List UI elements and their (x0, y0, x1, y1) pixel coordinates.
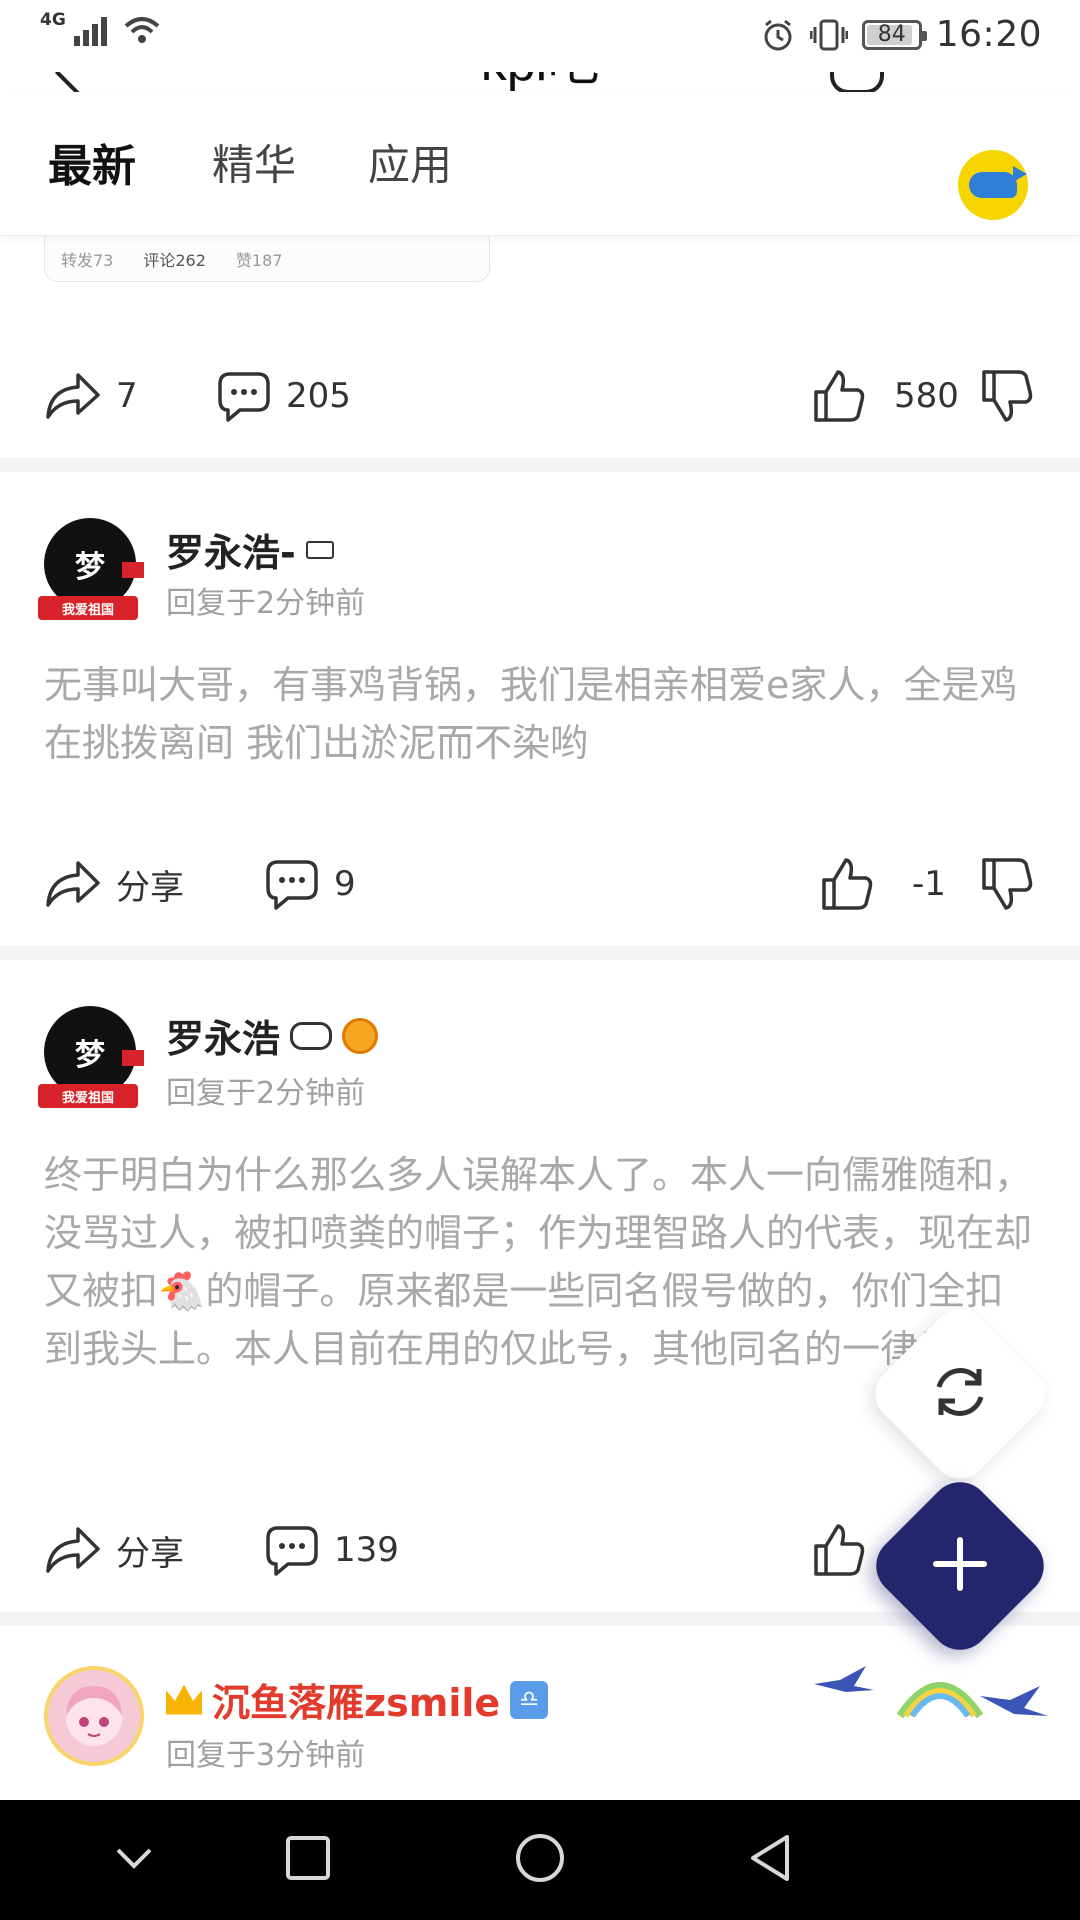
username-text: 沉鱼落雁zsmile (212, 1681, 501, 1725)
tab-latest[interactable]: 最新 (48, 130, 136, 194)
alarm-icon (764, 19, 792, 50)
system-nav-bar (0, 1800, 1080, 1920)
divider (0, 946, 1080, 960)
clock: 16:20 (935, 14, 1042, 55)
quote-comment-count: 评论262 (143, 250, 206, 270)
comment-button[interactable]: 205 (216, 370, 351, 422)
username-text: 罗永浩 (166, 1017, 281, 1061)
comment-count: 205 (286, 376, 351, 416)
like-count: 580 (894, 376, 959, 416)
comment-count: 139 (334, 1530, 399, 1570)
new-post-button[interactable] (863, 1469, 1057, 1663)
network-type: 4G (40, 10, 66, 30)
post-time: 回复于3分钟前 (166, 1738, 366, 1773)
like-button[interactable] (820, 856, 874, 912)
share-label: 分享 (116, 1533, 184, 1574)
whale-mascot-icon[interactable] (958, 150, 1028, 220)
status-right: 84 16:20 (760, 14, 1042, 55)
thumb-down-icon (982, 858, 1033, 910)
crown-icon (166, 1684, 202, 1715)
thumb-down-icon (982, 370, 1033, 422)
thumb-up-icon (822, 858, 873, 910)
nav-recents-button[interactable] (285, 1835, 331, 1885)
tab-featured[interactable]: 精华 (212, 132, 296, 193)
quote-repost-count: 转发73 (61, 250, 114, 270)
libra-icon: ♎ (510, 1680, 549, 1719)
dislike-button[interactable] (980, 368, 1034, 424)
comment-bubble-icon (218, 372, 270, 422)
avatar[interactable]: 梦 我爱祖国 (38, 518, 144, 620)
vibrate-icon (809, 19, 848, 50)
post-time: 回复于2分钟前 (166, 1076, 366, 1111)
wifi-icon (124, 17, 160, 43)
circle-icon (516, 1834, 564, 1882)
tab-apps[interactable]: 应用 (368, 132, 452, 193)
share-button[interactable]: 分享 (44, 859, 184, 909)
share-count: 7 (116, 376, 138, 416)
pointing-hand-icon (290, 1021, 333, 1050)
china-flag-icon (122, 1050, 144, 1066)
quoted-weibo-card[interactable]: 转发73 评论262 赞187 (44, 236, 490, 282)
avatar[interactable] (44, 1666, 144, 1766)
anime-girl-avatar-icon (66, 1686, 122, 1746)
username-text: 罗永浩- (166, 531, 296, 575)
divider (0, 458, 1080, 472)
share-label: 分享 (116, 867, 184, 908)
nav-hide-button[interactable] (114, 1846, 154, 1874)
share-arrow-icon (46, 1527, 100, 1573)
status-bar: 4G 84 16:20 (0, 0, 1080, 72)
signal-icon (73, 17, 107, 46)
post-content[interactable]: 无事叫大哥，有事鸡背锅，我们是相亲相爱e家人，全是鸡在挑拨离间 我们出淤泥而不染… (44, 656, 1034, 772)
comment-button[interactable]: 139 (264, 1524, 399, 1576)
plus-icon (933, 1537, 987, 1591)
comment-bubble-icon (266, 860, 318, 910)
refresh-icon (936, 1368, 984, 1416)
like-count: -1 (912, 864, 946, 904)
back-triangle-icon (751, 1835, 789, 1881)
tab-bar: 最新 精华 应用 (0, 92, 1080, 236)
comment-count: 9 (334, 864, 356, 904)
chevron-down-icon (116, 1848, 152, 1869)
username[interactable]: 沉鱼落雁zsmile ♎ (166, 1672, 549, 1727)
nav-back-button[interactable] (747, 1833, 793, 1887)
quote-like-count: 赞187 (235, 250, 283, 270)
small-square-icon (305, 540, 334, 559)
post-actions: 分享 9 -1 (0, 844, 1080, 924)
nav-home-button[interactable] (514, 1832, 566, 1888)
battery-indicator: 84 (861, 19, 927, 50)
comment-bubble-icon (266, 1526, 318, 1576)
username[interactable]: 罗永浩 (166, 1008, 379, 1063)
battery-level: 84 (877, 22, 906, 47)
like-button[interactable] (812, 368, 866, 424)
post-actions: 7 205 580 (0, 356, 1080, 436)
avatar[interactable]: 梦 我爱祖国 (38, 1006, 144, 1108)
avatar-glyph: 梦 (75, 550, 105, 585)
share-arrow-icon (46, 861, 100, 907)
square-icon (286, 1836, 330, 1880)
username[interactable]: 罗永浩- (166, 522, 334, 577)
level-badge-icon (342, 1017, 379, 1054)
like-button[interactable] (812, 1522, 866, 1578)
avatar-glyph: 梦 (75, 1038, 105, 1073)
post-content[interactable]: 终于明白为什么那么多人误解本人了。本人一向儒雅随和，没骂过人，被扣喷粪的帽子；作… (44, 1146, 1034, 1378)
share-button[interactable]: 7 (44, 371, 138, 421)
post-time: 回复于2分钟前 (166, 586, 366, 621)
avatar-ribbon: 我爱祖国 (38, 596, 138, 620)
china-flag-icon (122, 562, 144, 578)
comment-button[interactable]: 9 (264, 858, 356, 910)
status-left: 4G (40, 10, 162, 46)
swallow-rainbow-decoration (814, 1666, 1048, 1719)
thumb-up-icon (814, 1524, 865, 1576)
share-arrow-icon (46, 373, 100, 419)
thumb-up-icon (814, 370, 865, 422)
share-button[interactable]: 分享 (44, 1525, 184, 1575)
dislike-button[interactable] (980, 856, 1034, 912)
avatar-ribbon: 我爱祖国 (38, 1084, 138, 1108)
